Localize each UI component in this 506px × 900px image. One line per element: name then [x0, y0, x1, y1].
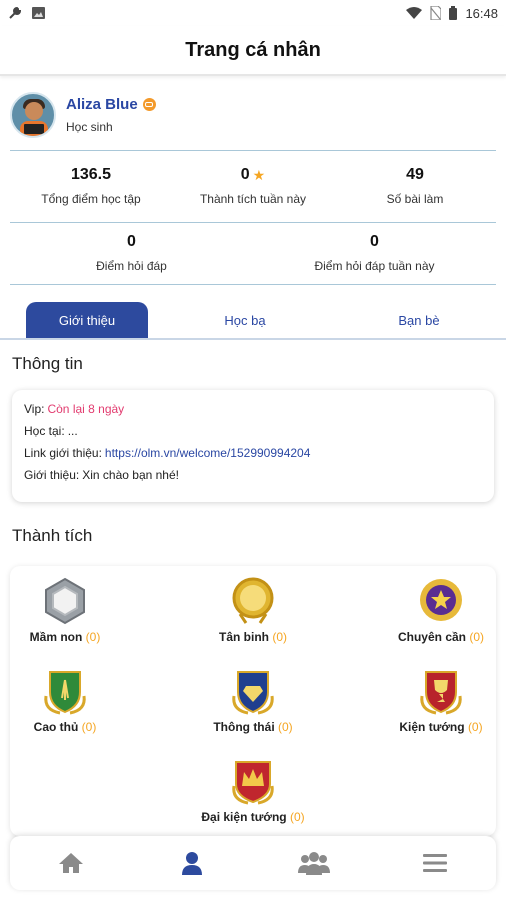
info-vip-row: Vip: Còn lại 8 ngày [24, 402, 482, 416]
nav-home[interactable] [10, 836, 132, 890]
nav-profile[interactable] [132, 836, 254, 890]
achievements-card: Mầm non (0) Tân binh (0) Chuyên cần (0) … [10, 566, 496, 836]
achievement-chuyen-can[interactable]: Chuyên cần (0) [386, 576, 496, 656]
home-icon [58, 853, 83, 873]
red-trophy-shield-icon [420, 671, 462, 715]
stat-value: 0 [127, 233, 136, 250]
blue-diamond-shield-icon [232, 671, 274, 715]
achievement-kien-tuong[interactable]: Kiện tướng (0) [386, 666, 496, 746]
achievement-name: Cao thủ [33, 720, 79, 734]
tab-hoc-ba[interactable]: Học bạ [158, 302, 332, 338]
achievement-count: (0) [278, 720, 293, 734]
nav-friends[interactable] [253, 836, 375, 890]
info-intro-row: Giới thiệu: Xin chào bạn nhé! [24, 468, 482, 482]
hexagon-badge-icon [45, 577, 85, 625]
profile-name: Aliza Blue [66, 96, 138, 113]
tab-ban-be[interactable]: Bạn bè [332, 302, 506, 338]
achievement-tan-binh[interactable]: Tân binh (0) [198, 576, 308, 656]
stats-row-1: 136.5 Tổng điểm học tập 0 ★ Thành tích tu… [10, 152, 496, 220]
stat-value: 0 [370, 233, 379, 250]
star-icon: ★ [252, 166, 266, 183]
divider [10, 150, 496, 151]
stat-qa-weekly-points: 0 Điểm hỏi đáp tuần này [253, 222, 496, 284]
stat-label: Điểm hỏi đáp tuần này [314, 259, 435, 273]
image-icon [32, 7, 45, 19]
menu-icon [423, 854, 448, 872]
stat-value: 49 [406, 166, 424, 183]
stat-total-points: 136.5 Tổng điểm học tập [10, 152, 172, 220]
page-title: Trang cá nhân [185, 38, 321, 61]
info-label: Vip: [24, 402, 45, 416]
achievement-count: (0) [289, 810, 305, 824]
vip-badge-icon [142, 98, 156, 111]
achievement-cao-thu[interactable]: Cao thủ (0) [10, 666, 120, 746]
no-sim-icon [430, 6, 442, 20]
profile-tabs: Giới thiệu Học bạ Bạn bè [0, 302, 506, 340]
wifi-icon [406, 7, 423, 19]
stat-label: Thành tích tuần này [199, 192, 307, 206]
red-crown-shield-icon [232, 761, 274, 805]
achievement-name: Thông thái [213, 720, 275, 734]
achievement-name: Mầm non [29, 630, 83, 644]
bottom-navigation [10, 836, 496, 890]
info-label: Link giới thiệu: [24, 446, 102, 460]
wrench-icon [9, 6, 22, 19]
achievement-name: Tân binh [218, 630, 269, 644]
achievement-count: (0) [272, 630, 287, 644]
info-school-value: ... [67, 424, 78, 438]
divider [10, 284, 496, 285]
achievement-name: Đại kiện tướng [201, 810, 287, 824]
info-intro-value: Xin chào bạn nhé! [82, 468, 179, 482]
achievement-count: (0) [469, 630, 485, 644]
clock: 16:48 [465, 5, 498, 21]
battery-icon [449, 6, 458, 20]
green-shield-icon [44, 671, 86, 715]
achievement-dai-kien-tuong[interactable]: Đại kiện tướng (0) [198, 756, 308, 836]
stats-row-2: 0 Điểm hỏi đáp 0 Điểm hỏi đáp tuần này [10, 222, 496, 284]
status-bar: 16:48 [0, 0, 506, 26]
stat-value: 0 [240, 166, 250, 183]
achievements-section-title: Thành tích [12, 526, 93, 545]
stat-qa-points: 0 Điểm hỏi đáp [10, 222, 253, 284]
profile-header: Aliza Blue Học sinh [10, 84, 496, 146]
achievement-name: Kiện tướng [399, 720, 465, 734]
info-link-row: Link giới thiệu: https://olm.vn/welcome/… [24, 446, 482, 460]
achievement-count: (0) [85, 630, 101, 644]
stat-label: Tổng điểm học tập [41, 192, 141, 206]
achievement-mam-non[interactable]: Mầm non (0) [10, 576, 120, 656]
profile-role: Học sinh [66, 120, 113, 134]
stat-value: 136.5 [70, 166, 112, 183]
person-icon [182, 852, 203, 875]
purple-star-medal-icon [420, 579, 462, 621]
tab-gioi-thieu[interactable]: Giới thiệu [26, 302, 148, 338]
stat-label: Điểm hỏi đáp [96, 259, 167, 273]
info-section-title: Thông tin [12, 354, 83, 373]
stat-weekly-achievement: 0 ★ Thành tích tuần này [172, 152, 334, 220]
achievement-name: Chuyên cần [397, 630, 466, 644]
info-school-row: Học tại: ... [24, 424, 482, 438]
avatar[interactable] [10, 92, 56, 138]
achievement-count: (0) [81, 720, 97, 734]
stat-label: Số bài làm [386, 192, 444, 206]
gold-medal-icon [232, 577, 274, 624]
app-bar: Trang cá nhân [0, 26, 506, 76]
info-label: Học tại: [24, 424, 65, 438]
achievement-count: (0) [467, 720, 483, 734]
referral-link[interactable]: https://olm.vn/welcome/152990994204 [105, 446, 310, 460]
info-vip-value: Còn lại 8 ngày [47, 402, 125, 416]
info-label: Giới thiệu: [24, 468, 80, 482]
group-icon [297, 852, 330, 875]
achievement-thong-thai[interactable]: Thông thái (0) [198, 666, 308, 746]
nav-menu[interactable] [375, 836, 497, 890]
stat-exercises-count: 49 Số bài làm [334, 152, 496, 220]
info-card: Vip: Còn lại 8 ngày Học tại: ... Link gi… [12, 390, 494, 502]
